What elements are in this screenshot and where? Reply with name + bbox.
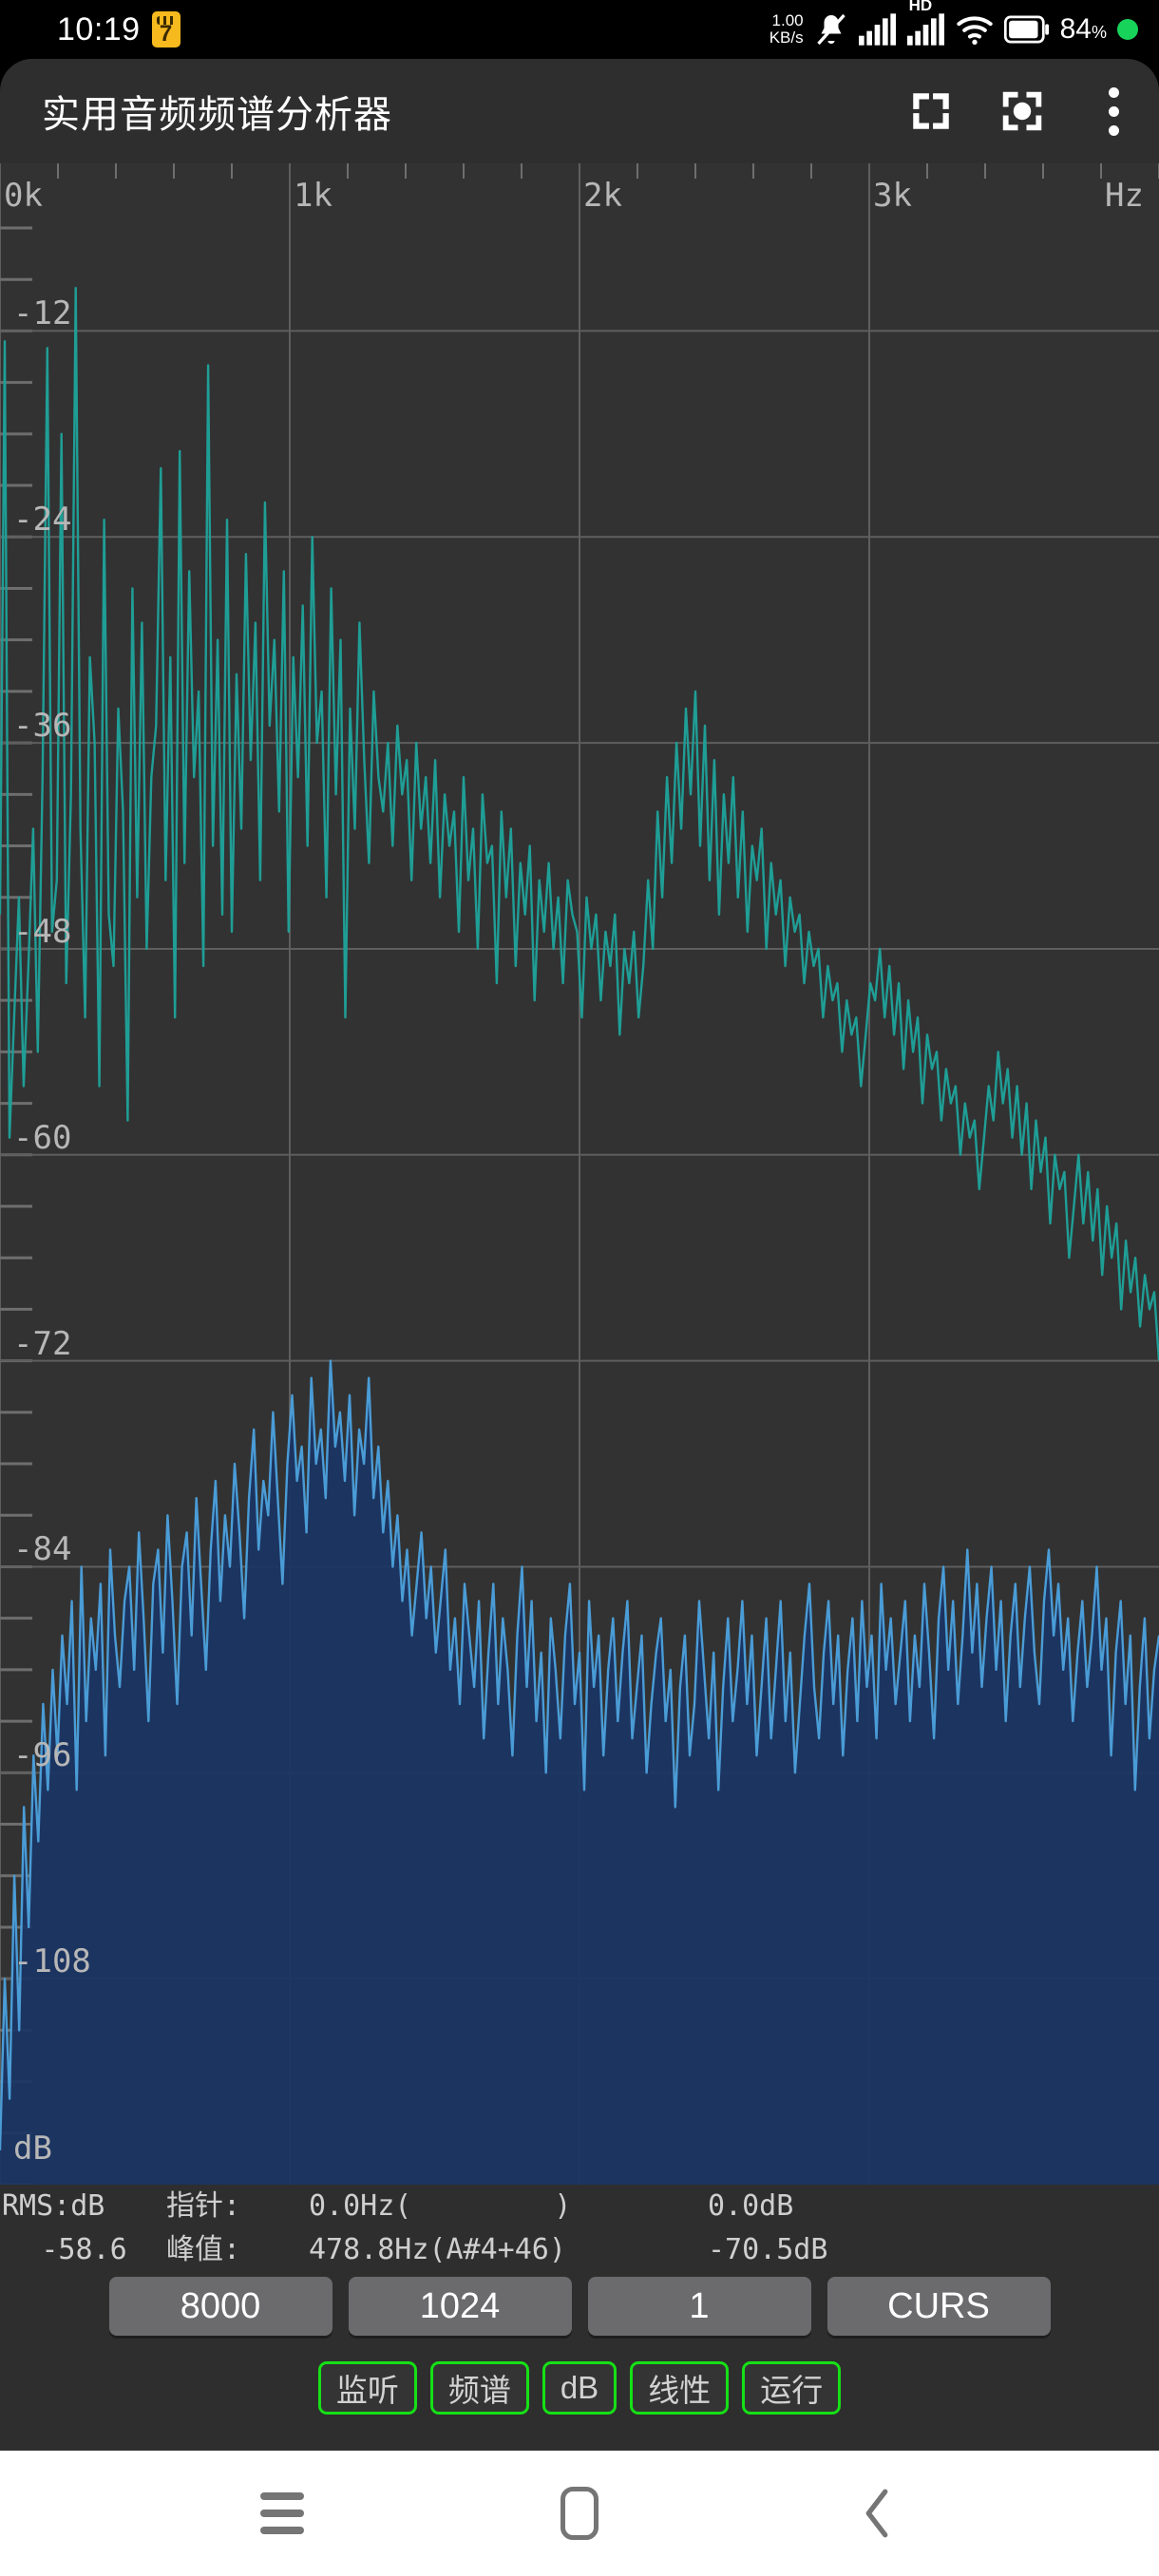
- mode-toggle-row: 监听 频谱 dB 线性 运行: [0, 2340, 1159, 2451]
- signal-bars-icon: [858, 13, 896, 46]
- system-nav-bar: [0, 2451, 1159, 2576]
- battery-percent: 84%: [1059, 13, 1107, 45]
- linear-scale-toggle[interactable]: 线性: [630, 2361, 730, 2415]
- spectrum-mode-toggle[interactable]: 频谱: [429, 2361, 529, 2415]
- app-bar: 实用音频频谱分析器: [0, 59, 1159, 163]
- cursor-frequency: 0.0Hz(): [309, 2189, 572, 2223]
- center-focus-icon[interactable]: [977, 66, 1068, 157]
- peak-frequency: 478.8Hz(A#4+46): [309, 2233, 566, 2266]
- rms-label: RMS:dB: [2, 2189, 105, 2223]
- page-title: 实用音频频谱分析器: [42, 94, 392, 136]
- network-speed-value: 1.00: [771, 11, 804, 30]
- fullscreen-icon[interactable]: [885, 66, 977, 157]
- cursor-db: 0.0dB: [708, 2189, 794, 2223]
- settings-button-row: 8000 1024 1 CURS: [0, 2272, 1159, 2340]
- cursor-label: 指针:: [166, 2189, 241, 2223]
- average-button[interactable]: 1: [587, 2277, 811, 2336]
- wifi-icon: [956, 16, 993, 45]
- peak-db: -70.5dB: [708, 2233, 828, 2266]
- recording-dot-icon: [1117, 19, 1138, 40]
- status-bar-left: 10:19 7: [57, 11, 180, 48]
- spectrum-canvas: [0, 163, 1159, 2185]
- peak-label: 峰值:: [166, 2233, 241, 2266]
- ruler-badge-text: 7: [159, 21, 173, 47]
- status-bar-right: 1.00 KB/s HD 84%: [770, 0, 1138, 47]
- monitor-toggle[interactable]: 监听: [317, 2361, 417, 2415]
- status-bar-clock: 10:19: [57, 10, 141, 47]
- cursor-button[interactable]: CURS: [826, 2277, 1051, 2336]
- network-speed-indicator: 1.00 KB/s: [770, 12, 804, 47]
- back-icon[interactable]: [825, 2461, 929, 2566]
- readout-panel: RMS:dB 指针: 0.0Hz() 0.0dB -58.6 峰值: 478.8…: [0, 2185, 1159, 2272]
- network-speed-unit: KB/s: [769, 28, 804, 47]
- mute-bell-icon: [816, 13, 846, 46]
- hd-label: HD: [908, 0, 933, 14]
- home-icon[interactable]: [527, 2461, 632, 2566]
- readout-row-peak: -58.6 峰值: 478.8Hz(A#4+46) -70.5dB: [0, 2228, 1159, 2272]
- recents-icon[interactable]: [230, 2461, 334, 2566]
- rms-value: -58.6: [41, 2233, 127, 2266]
- run-toggle[interactable]: 运行: [742, 2361, 842, 2415]
- status-bar: 10:19 7 1.00 KB/s HD 84%: [0, 0, 1159, 59]
- fft-size-button[interactable]: 1024: [348, 2277, 572, 2336]
- battery-icon: [1003, 15, 1049, 44]
- readout-row-cursor: RMS:dB 指针: 0.0Hz() 0.0dB: [0, 2185, 1159, 2228]
- ruler-badge-icon: 7: [151, 11, 180, 47]
- spectrum-plot[interactable]: 0k 1k 2k 3k Hz -12 -24 -36 -48 -60 -72 -84 -96 -108 dB: [0, 163, 1159, 2185]
- overflow-menu-icon[interactable]: [1068, 66, 1159, 157]
- hd-signal-icon: HD: [906, 0, 945, 46]
- sample-rate-button[interactable]: 8000: [108, 2277, 332, 2336]
- db-scale-toggle[interactable]: dB: [542, 2361, 618, 2415]
